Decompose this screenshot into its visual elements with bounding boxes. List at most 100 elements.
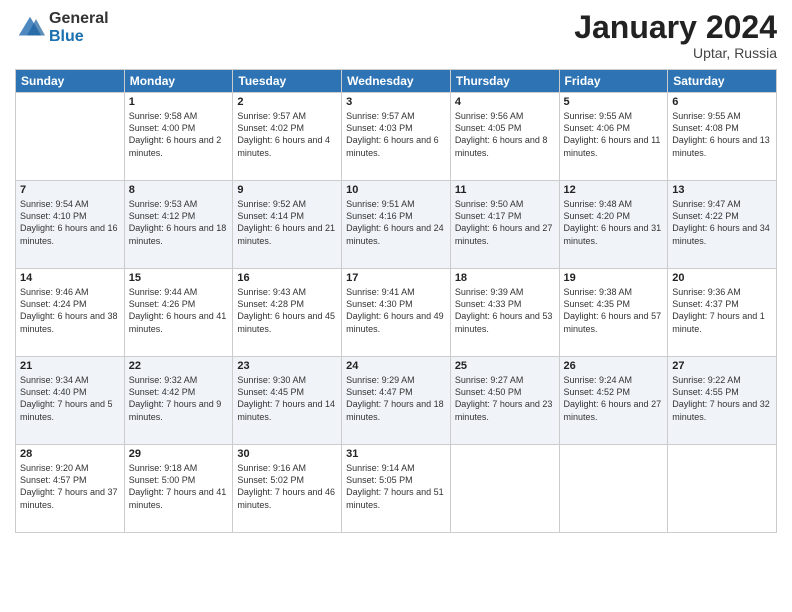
calendar-week-3: 21Sunrise: 9:34 AM Sunset: 4:40 PM Dayli… <box>16 357 777 445</box>
col-friday: Friday <box>559 70 668 93</box>
day-info: Sunrise: 9:53 AM Sunset: 4:12 PM Dayligh… <box>129 198 229 247</box>
day-number: 10 <box>346 184 446 196</box>
calendar-cell: 12Sunrise: 9:48 AM Sunset: 4:20 PM Dayli… <box>559 181 668 269</box>
day-info: Sunrise: 9:14 AM Sunset: 5:05 PM Dayligh… <box>346 462 446 511</box>
calendar-cell: 13 Sunrise: 9:47 AM Sunset: 4:22 PM Dayli… <box>668 181 777 269</box>
day-info: Sunrise: 9:30 AM Sunset: 4:45 PM Dayligh… <box>237 374 337 423</box>
page: General Blue January 2024 Uptar, Russia … <box>0 0 792 612</box>
day-info: Sunrise: 9:24 AM Sunset: 4:52 PM Dayligh… <box>564 374 664 423</box>
day-number: 26 <box>564 360 664 372</box>
calendar-week-2: 14 Sunrise: 9:46 AM Sunset: 4:24 PM Dayli… <box>16 269 777 357</box>
day-number: 16 <box>237 272 337 284</box>
col-sunday: Sunday <box>16 70 125 93</box>
header: General Blue January 2024 Uptar, Russia <box>15 10 777 61</box>
col-wednesday: Wednesday <box>342 70 451 93</box>
col-thursday: Thursday <box>450 70 559 93</box>
logo-general-text: General <box>49 10 109 28</box>
calendar-week-1: 7 Sunrise: 9:54 AM Sunset: 4:10 PM Daylig… <box>16 181 777 269</box>
calendar-header-row: Sunday Monday Tuesday Wednesday Thursday… <box>16 70 777 93</box>
calendar-cell: 23 Sunrise: 9:30 AM Sunset: 4:45 PM Dayli… <box>233 357 342 445</box>
day-number: 27 <box>672 360 772 372</box>
day-info: Sunrise: 9:16 AM Sunset: 5:02 PM Dayligh… <box>237 462 337 511</box>
day-info: Sunrise: 9:48 AM Sunset: 4:20 PM Dayligh… <box>564 198 664 247</box>
day-info: Sunrise: 9:38 AM Sunset: 4:35 PM Dayligh… <box>564 286 664 335</box>
day-info: Sunrise: 9:47 AM Sunset: 4:22 PM Dayligh… <box>672 198 772 247</box>
day-number: 19 <box>564 272 664 284</box>
calendar-cell <box>559 445 668 533</box>
calendar-cell: 22Sunrise: 9:32 AM Sunset: 4:42 PM Dayli… <box>124 357 233 445</box>
calendar-cell: 30 Sunrise: 9:16 AM Sunset: 5:02 PM Dayli… <box>233 445 342 533</box>
day-info: Sunrise: 9:55 AM Sunset: 4:08 PM Dayligh… <box>672 110 772 159</box>
day-number: 14 <box>20 272 120 284</box>
calendar-cell: 7 Sunrise: 9:54 AM Sunset: 4:10 PM Daylig… <box>16 181 125 269</box>
calendar-cell: 6 Sunrise: 9:55 AM Sunset: 4:08 PM Daylig… <box>668 93 777 181</box>
day-number: 13 <box>672 184 772 196</box>
calendar-cell: 25 Sunrise: 9:27 AM Sunset: 4:50 PM Dayli… <box>450 357 559 445</box>
day-info: Sunrise: 9:56 AM Sunset: 4:05 PM Dayligh… <box>455 110 555 159</box>
day-number: 7 <box>20 184 120 196</box>
day-number: 28 <box>20 448 120 460</box>
day-info: Sunrise: 9:22 AM Sunset: 4:55 PM Dayligh… <box>672 374 772 423</box>
day-info: Sunrise: 9:36 AM Sunset: 4:37 PM Dayligh… <box>672 286 772 335</box>
calendar-cell: 27 Sunrise: 9:22 AM Sunset: 4:55 PM Dayli… <box>668 357 777 445</box>
logo-icon <box>15 13 45 43</box>
col-saturday: Saturday <box>668 70 777 93</box>
day-number: 4 <box>455 96 555 108</box>
calendar-cell: 20Sunrise: 9:36 AM Sunset: 4:37 PM Dayli… <box>668 269 777 357</box>
logo: General Blue <box>15 10 109 46</box>
day-number: 8 <box>129 184 229 196</box>
calendar-cell: 11 Sunrise: 9:50 AM Sunset: 4:17 PM Dayli… <box>450 181 559 269</box>
day-number: 30 <box>237 448 337 460</box>
calendar-cell: 8 Sunrise: 9:53 AM Sunset: 4:12 PM Daylig… <box>124 181 233 269</box>
day-info: Sunrise: 9:55 AM Sunset: 4:06 PM Dayligh… <box>564 110 664 159</box>
day-number: 6 <box>672 96 772 108</box>
day-number: 24 <box>346 360 446 372</box>
day-number: 11 <box>455 184 555 196</box>
day-number: 18 <box>455 272 555 284</box>
day-info: Sunrise: 9:41 AM Sunset: 4:30 PM Dayligh… <box>346 286 446 335</box>
calendar-cell: 5 Sunrise: 9:55 AM Sunset: 4:06 PM Daylig… <box>559 93 668 181</box>
day-number: 3 <box>346 96 446 108</box>
calendar-cell: 17 Sunrise: 9:41 AM Sunset: 4:30 PM Dayli… <box>342 269 451 357</box>
day-number: 25 <box>455 360 555 372</box>
calendar-cell <box>16 93 125 181</box>
calendar-cell: 28 Sunrise: 9:20 AM Sunset: 4:57 PM Dayli… <box>16 445 125 533</box>
calendar-week-0: 1 Sunrise: 9:58 AM Sunset: 4:00 PM Daylig… <box>16 93 777 181</box>
day-info: Sunrise: 9:18 AM Sunset: 5:00 PM Dayligh… <box>129 462 229 511</box>
day-number: 1 <box>129 96 229 108</box>
day-info: Sunrise: 9:54 AM Sunset: 4:10 PM Dayligh… <box>20 198 120 247</box>
calendar-cell: 14 Sunrise: 9:46 AM Sunset: 4:24 PM Dayli… <box>16 269 125 357</box>
day-number: 9 <box>237 184 337 196</box>
logo-text: General Blue <box>49 10 109 46</box>
calendar-cell: 2Sunrise: 9:57 AM Sunset: 4:02 PM Daylig… <box>233 93 342 181</box>
calendar-week-4: 28 Sunrise: 9:20 AM Sunset: 4:57 PM Dayli… <box>16 445 777 533</box>
col-monday: Monday <box>124 70 233 93</box>
logo-blue-text: Blue <box>49 28 109 46</box>
calendar-cell: 16 Sunrise: 9:43 AM Sunset: 4:28 PM Dayli… <box>233 269 342 357</box>
day-info: Sunrise: 9:46 AM Sunset: 4:24 PM Dayligh… <box>20 286 120 335</box>
day-info: Sunrise: 9:58 AM Sunset: 4:00 PM Dayligh… <box>129 110 229 159</box>
calendar-table: Sunday Monday Tuesday Wednesday Thursday… <box>15 69 777 533</box>
day-number: 23 <box>237 360 337 372</box>
day-info: Sunrise: 9:57 AM Sunset: 4:03 PM Dayligh… <box>346 110 446 159</box>
day-info: Sunrise: 9:51 AM Sunset: 4:16 PM Dayligh… <box>346 198 446 247</box>
day-info: Sunrise: 9:27 AM Sunset: 4:50 PM Dayligh… <box>455 374 555 423</box>
day-info: Sunrise: 9:52 AM Sunset: 4:14 PM Dayligh… <box>237 198 337 247</box>
day-number: 5 <box>564 96 664 108</box>
day-info: Sunrise: 9:50 AM Sunset: 4:17 PM Dayligh… <box>455 198 555 247</box>
calendar-cell: 1 Sunrise: 9:58 AM Sunset: 4:00 PM Daylig… <box>124 93 233 181</box>
calendar-cell: 15Sunrise: 9:44 AM Sunset: 4:26 PM Dayli… <box>124 269 233 357</box>
day-info: Sunrise: 9:20 AM Sunset: 4:57 PM Dayligh… <box>20 462 120 511</box>
col-tuesday: Tuesday <box>233 70 342 93</box>
day-number: 15 <box>129 272 229 284</box>
day-info: Sunrise: 9:39 AM Sunset: 4:33 PM Dayligh… <box>455 286 555 335</box>
calendar-cell: 9 Sunrise: 9:52 AM Sunset: 4:14 PM Daylig… <box>233 181 342 269</box>
day-info: Sunrise: 9:32 AM Sunset: 4:42 PM Dayligh… <box>129 374 229 423</box>
calendar-cell: 31Sunrise: 9:14 AM Sunset: 5:05 PM Dayli… <box>342 445 451 533</box>
calendar-cell: 26 Sunrise: 9:24 AM Sunset: 4:52 PM Dayli… <box>559 357 668 445</box>
day-number: 21 <box>20 360 120 372</box>
month-year: January 2024 <box>574 10 777 45</box>
day-info: Sunrise: 9:43 AM Sunset: 4:28 PM Dayligh… <box>237 286 337 335</box>
calendar-cell <box>668 445 777 533</box>
day-number: 17 <box>346 272 446 284</box>
